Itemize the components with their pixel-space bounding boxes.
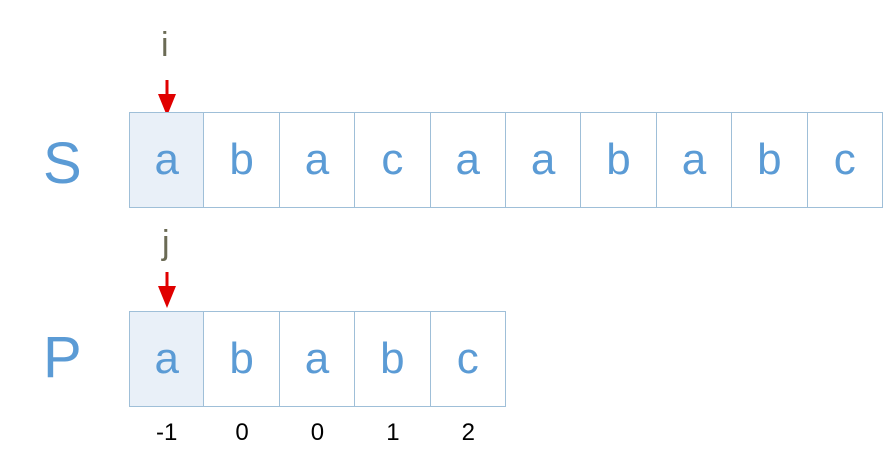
string-s-char: c <box>381 135 404 184</box>
pattern-p-cell: b <box>204 311 280 407</box>
pattern-p-char: b <box>380 334 405 383</box>
string-s-cell: a <box>279 112 356 208</box>
pattern-p-cell: a <box>129 311 205 407</box>
string-s-char: a <box>455 135 480 184</box>
string-s-cell: c <box>355 112 431 208</box>
pattern-p-cell: c <box>430 311 506 407</box>
pattern-p-label: P <box>43 325 82 390</box>
string-s-char: b <box>606 135 631 184</box>
string-s-char: b <box>757 135 782 184</box>
pattern-p-char: b <box>229 334 254 383</box>
pointer-j-label: j <box>162 224 170 262</box>
string-s-cells: abacaababc <box>129 112 883 208</box>
string-s-cell: b <box>732 112 808 208</box>
next-array: -1 0 0 1 2 <box>129 419 506 447</box>
string-s-char: a <box>304 135 330 184</box>
next-value: 0 <box>235 419 249 446</box>
next-value: 0 <box>310 419 325 446</box>
next-value: 1 <box>386 419 400 446</box>
string-s-char: b <box>229 135 254 184</box>
string-s-label: S <box>43 131 82 196</box>
pattern-p-char: a <box>154 334 179 383</box>
string-s-char: a <box>530 135 556 184</box>
pattern-p-cells: ababc <box>129 311 506 407</box>
string-s-cell: b <box>204 112 280 208</box>
string-s-cell: a <box>129 112 205 208</box>
pattern-p-char: c <box>456 334 479 383</box>
pattern-p-char: a <box>304 334 330 383</box>
string-s-cell: a <box>505 112 582 208</box>
string-s-char: a <box>154 135 179 184</box>
string-s-char: a <box>681 135 707 184</box>
next-value: -1 <box>156 419 178 446</box>
pointer-j-arrow-icon <box>158 272 176 308</box>
string-s-cell: a <box>430 112 506 208</box>
pattern-p-cell: b <box>355 311 431 407</box>
pointer-i-label: i <box>161 26 169 64</box>
string-s-char: c <box>833 135 856 184</box>
string-s-cell: a <box>656 112 733 208</box>
next-value: 2 <box>461 419 475 446</box>
string-s-cell: b <box>581 112 657 208</box>
string-s-cell: c <box>807 112 883 208</box>
pattern-p-cell: a <box>279 311 356 407</box>
